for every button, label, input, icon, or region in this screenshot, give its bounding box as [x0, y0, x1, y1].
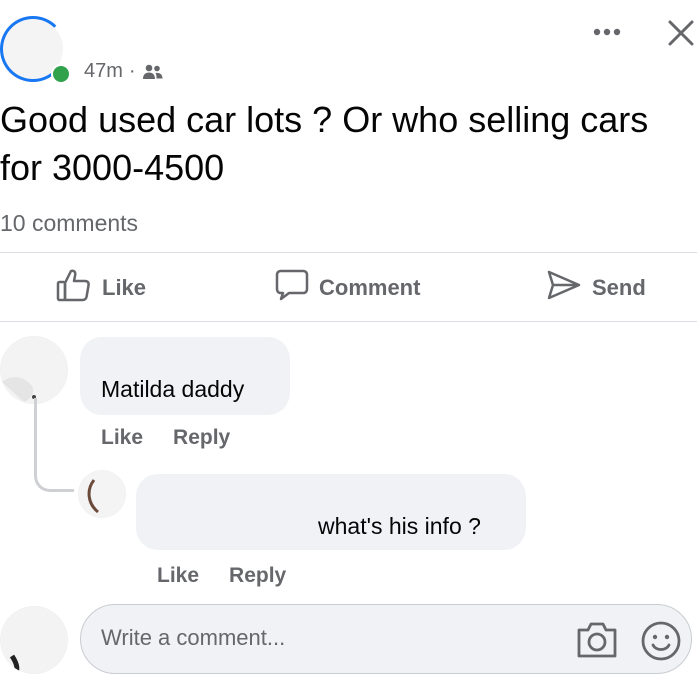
friends-icon — [142, 63, 164, 81]
like-button[interactable]: Like — [56, 268, 146, 308]
post-time[interactable]: 47m — [84, 60, 123, 83]
divider-bottom — [0, 321, 697, 322]
comment-label: Comment — [319, 275, 421, 300]
current-user-avatar[interactable] — [0, 606, 68, 674]
camera-icon[interactable] — [575, 620, 619, 665]
reply-text: what's his info ? — [318, 513, 481, 539]
comment-actions: Like Reply — [101, 426, 230, 450]
reply-thread-line — [34, 398, 74, 492]
send-button[interactable]: Send — [546, 268, 646, 308]
speech-bubble-icon — [275, 268, 309, 308]
comment-text: Matilda daddy — [101, 376, 245, 402]
send-icon — [546, 269, 582, 307]
comment-like-link[interactable]: Like — [101, 426, 143, 450]
online-status-dot — [51, 64, 71, 84]
reply-reply-link[interactable]: Reply — [229, 564, 286, 588]
post-text: Good used car lots ? Or who selling cars… — [0, 96, 697, 192]
send-label: Send — [592, 275, 646, 300]
comments-count[interactable]: 10 comments — [0, 210, 138, 237]
comment-button[interactable]: Comment — [275, 268, 420, 308]
post-text-line-2: for 3000-4500 — [0, 147, 225, 188]
comment-input[interactable] — [101, 625, 521, 651]
comment-reply-link[interactable]: Reply — [173, 426, 230, 450]
thumbs-up-icon — [56, 268, 92, 308]
replier-avatar[interactable] — [78, 470, 126, 518]
post-meta: 47m · — [84, 60, 164, 83]
more-options-icon[interactable] — [590, 22, 626, 42]
reply-like-link[interactable]: Like — [157, 564, 199, 588]
close-icon[interactable] — [666, 18, 696, 48]
meta-separator: · — [128, 60, 136, 82]
post-text-line-1: Good used car lots ? Or who selling cars — [0, 99, 649, 140]
divider-top — [0, 252, 697, 253]
reply-actions: Like Reply — [157, 564, 286, 588]
emoji-icon[interactable] — [640, 620, 682, 667]
like-label: Like — [102, 275, 147, 300]
commenter-avatar[interactable] — [0, 336, 68, 404]
